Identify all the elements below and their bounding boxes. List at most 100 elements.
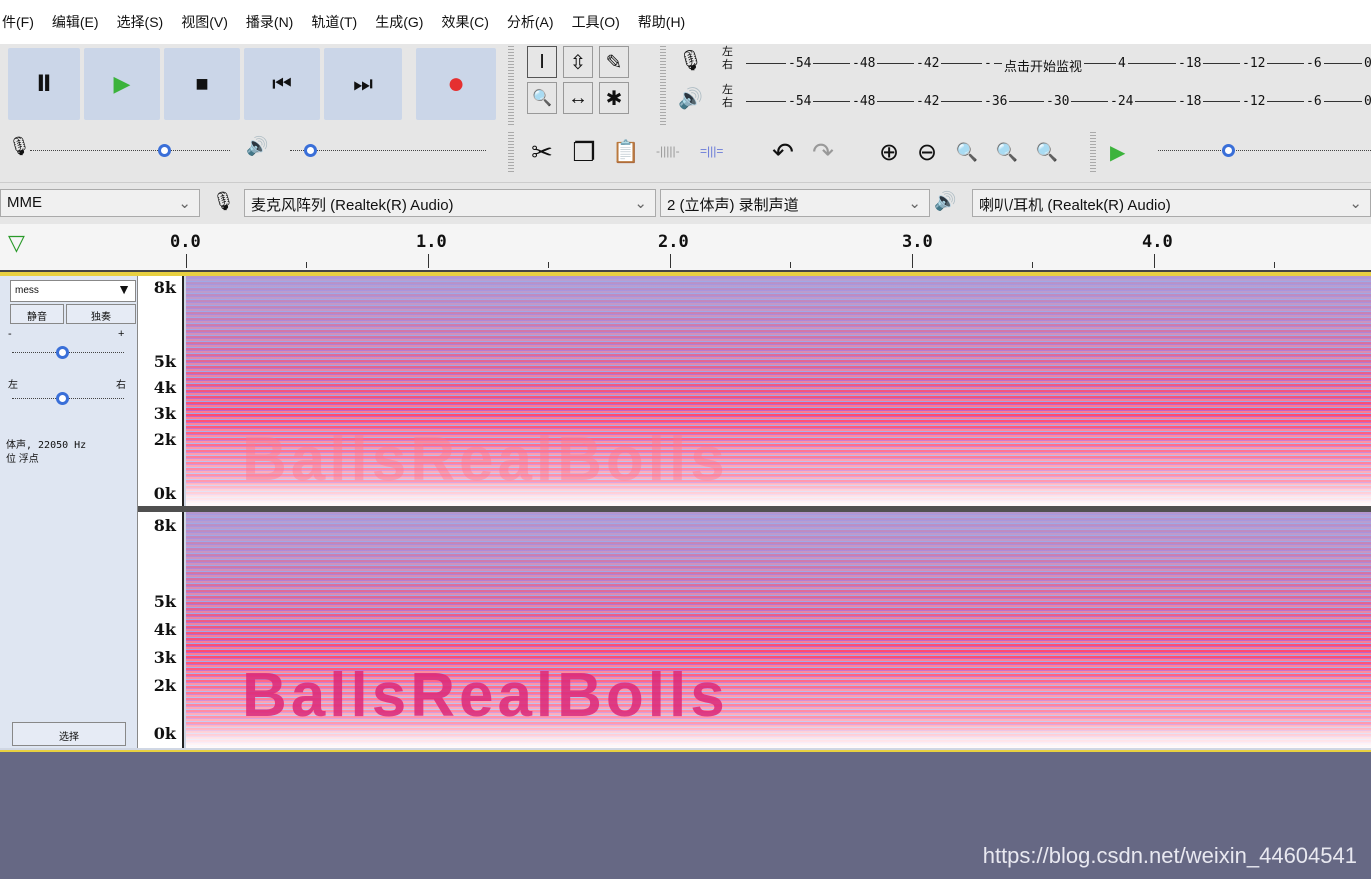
menu-tracks[interactable]: 轨道(T) [311,0,357,32]
menu-analyze[interactable]: 分析(A) [507,0,554,32]
record-icon: ● [446,67,466,100]
silence-icon[interactable]: =|||= [700,144,723,158]
gain-knob[interactable] [56,346,69,359]
track-area: mess ▼ 静音 独奏 - + 左 右 体声, 22050 Hz 位 浮点 选… [0,272,1371,750]
stop-icon: ■ [195,71,209,96]
monitor-prompt[interactable]: 点击开始监视 [1002,56,1085,75]
play-meter[interactable]: -54 -48 -42 -36 -30 -24 -18 -12 -6 0 [746,86,1371,118]
speaker-icon[interactable]: 🔊 [678,86,703,111]
record-meter[interactable]: -54 -48 -42 - 点击开始监视 4 -18 -12 -6 0 [746,48,1371,80]
toolbar-grip[interactable] [508,46,514,126]
fit-selection-icon: 🔍 [955,141,979,162]
playback-volume-knob[interactable] [304,144,317,157]
track-control-panel[interactable]: mess ▼ 静音 独奏 - + 左 右 体声, 22050 Hz 位 浮点 选… [0,276,138,748]
toolbar-grip[interactable] [660,46,666,126]
pause-icon: Ⅱ [36,71,52,96]
microphone-icon[interactable]: 🎙 [678,48,703,73]
copy-button[interactable]: ❐ [569,136,599,168]
multi-tool[interactable]: ✱ [599,82,629,114]
pause-button[interactable]: Ⅱ [8,48,80,120]
mute-button[interactable]: 静音 [10,304,64,324]
play-icon: ▶ [113,71,131,96]
zoom-in-button[interactable]: ⊕ [874,136,904,168]
pan-right-label: 右 [116,380,126,391]
menu-transport[interactable]: 播录(N) [246,0,293,32]
redo-button[interactable]: ↷ [808,136,838,168]
undo-icon: ↶ [772,136,794,167]
play-speed-knob[interactable] [1222,144,1235,157]
menu-help[interactable]: 帮助(H) [638,0,685,32]
zoom-toggle-icon: 🔍 [1035,141,1059,162]
playback-device-select[interactable]: 喇叭/耳机 (Realtek(R) Audio) ⌄ [972,189,1371,217]
selection-tool[interactable]: I [527,46,557,78]
pan-left-label: 左 [8,380,18,391]
gain-plus-label: + [118,328,125,340]
track-name-menu[interactable]: mess ▼ [10,280,136,302]
chevron-down-icon: ⌄ [178,195,191,212]
solo-button[interactable]: 独奏 [66,304,136,324]
empty-track-area[interactable]: https://blog.csdn.net/weixin_44604541 [0,752,1371,879]
timeshift-tool[interactable]: ↔ [563,82,593,114]
playback-volume-slider[interactable] [290,150,486,151]
pan-knob[interactable] [56,392,69,405]
chevron-down-icon: ⌄ [634,195,647,212]
pencil-icon: ✎ [605,51,623,74]
audacity-window: 件(F) 编辑(E) 选择(S) 视图(V) 播录(N) 轨道(T) 生成(G)… [0,0,1371,879]
recording-device-select[interactable]: 麦克风阵列 (Realtek(R) Audio) ⌄ [244,189,656,217]
record-volume-knob[interactable] [158,144,171,157]
skip-end-button[interactable]: ⏭ [324,48,402,120]
menu-file[interactable]: 件(F) [2,0,34,32]
play-head-marker-icon[interactable]: ▽ [8,230,25,256]
menu-edit[interactable]: 编辑(E) [52,0,99,32]
record-button[interactable]: ● [416,48,496,120]
hidden-text-right: BallsRealBolls [242,661,729,730]
select-track-button[interactable]: 选择 [12,722,126,746]
fit-project-button[interactable]: 🔍 [992,136,1022,168]
record-volume-slider[interactable] [30,150,230,151]
paste-button[interactable]: 📋 [611,136,641,168]
play-button[interactable]: ▶ [84,48,160,120]
gain-minus-label: - [8,328,12,340]
frequency-scale-top[interactable]: 8k 5k 4k 3k 2k 0k [138,276,184,506]
frequency-scale-bottom[interactable]: 8k 5k 4k 3k 2k 0k [138,512,184,748]
menu-tools[interactable]: 工具(O) [572,0,620,32]
dropdown-arrow-icon: ▼ [117,281,131,297]
skip-end-icon: ⏭ [353,71,373,96]
audio-host-select[interactable]: MME ⌄ [0,189,200,217]
fit-project-icon: 🔍 [995,141,1019,162]
chevron-down-icon: ⌄ [908,195,921,212]
zoom-toggle-button[interactable]: 🔍 [1032,136,1062,168]
play-speed-slider[interactable] [1158,150,1371,151]
trim-icon[interactable]: -|||||- [656,144,680,158]
scissors-icon: ✂ [531,136,553,167]
skip-start-button[interactable]: ⏮ [244,48,320,120]
toolbar-grip[interactable] [508,132,514,172]
cut-button[interactable]: ✂ [527,136,557,168]
recording-channels-select[interactable]: 2 (立体声) 录制声道 ⌄ [660,189,930,217]
i-beam-icon: I [539,50,545,73]
mic-volume-icon: 🎙 [8,136,31,156]
asterisk-icon: ✱ [605,87,623,110]
menu-select[interactable]: 选择(S) [117,0,164,32]
csdn-watermark: https://blog.csdn.net/weixin_44604541 [982,843,1357,868]
menu-view[interactable]: 视图(V) [181,0,228,32]
play-at-speed-button[interactable]: ▶ [1110,140,1125,165]
device-toolbar: MME ⌄ 🎙 麦克风阵列 (Realtek(R) Audio) ⌄ 2 (立体声)… [0,182,1371,220]
stop-button[interactable]: ■ [164,48,240,120]
toolbar-grip[interactable] [1090,132,1096,172]
draw-tool[interactable]: ✎ [599,46,629,78]
envelope-tool[interactable]: ⇳ [563,46,593,78]
undo-button[interactable]: ↶ [768,136,798,168]
zoom-out-icon: ⊖ [916,138,938,166]
playback-volume-icon: 🔊 [246,136,269,156]
fit-selection-button[interactable]: 🔍 [952,136,982,168]
spectrogram-channel-right[interactable]: BallsRealBolls [186,512,1371,748]
zoom-out-button[interactable]: ⊖ [912,136,942,168]
mic-device-icon: 🎙 [212,191,235,211]
menu-generate[interactable]: 生成(G) [375,0,423,32]
spectrogram-channel-left[interactable]: BallsRealBolls [186,276,1371,506]
redo-icon: ↷ [812,136,834,167]
menu-effect[interactable]: 效果(C) [441,0,488,32]
zoom-tool[interactable]: 🔍 [527,82,557,114]
timeline-ruler[interactable]: ▽ 0.0 1.0 2.0 3.0 4.0 [0,224,1371,272]
